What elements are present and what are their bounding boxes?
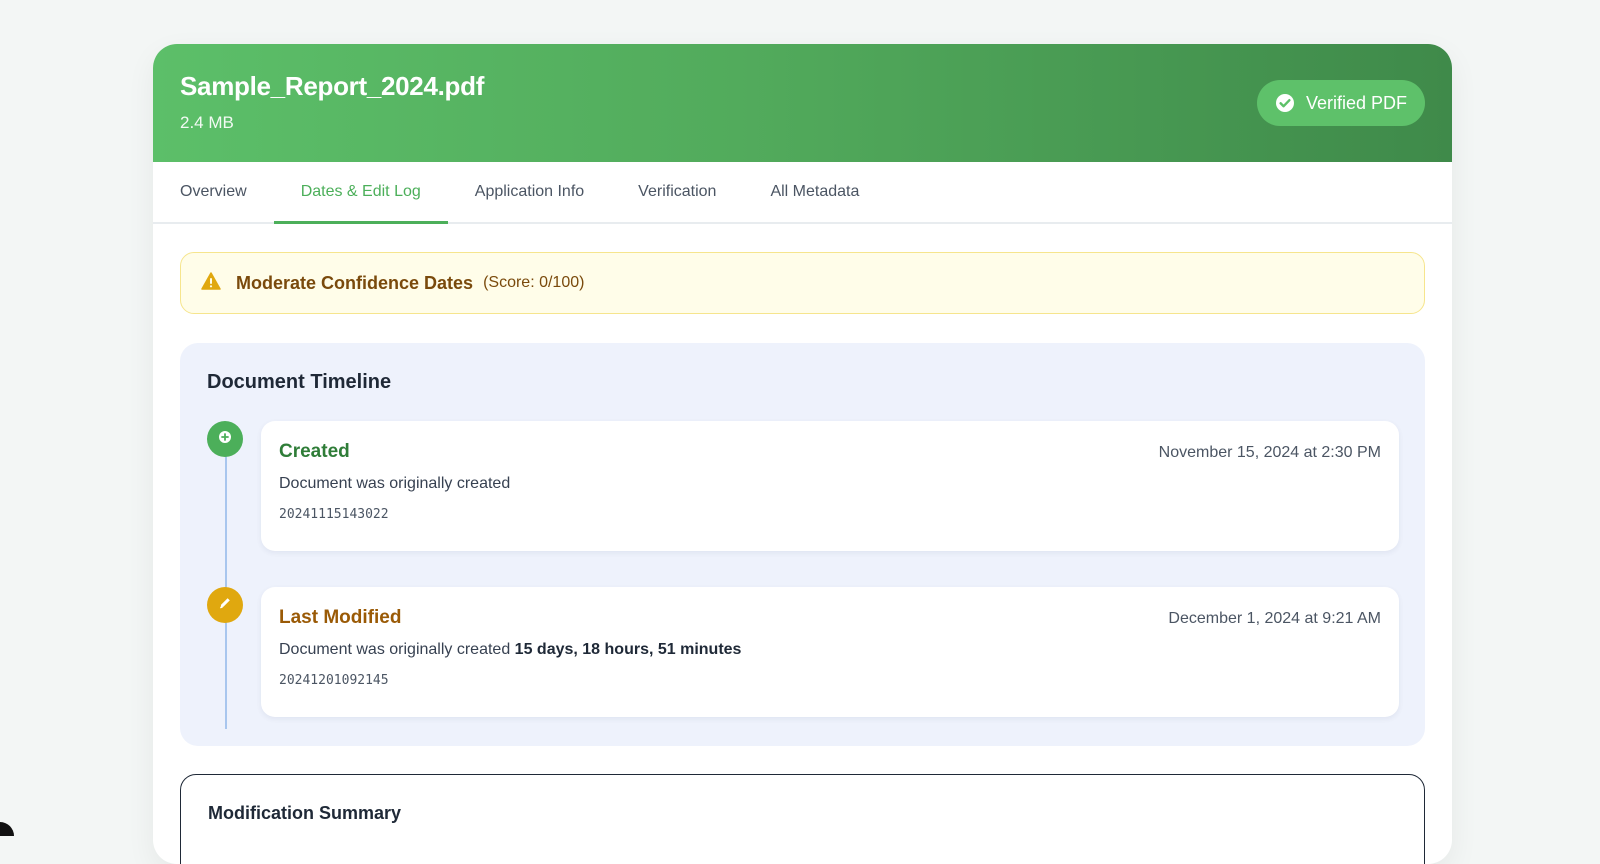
- event-raw-timestamp: 20241115143022: [279, 507, 389, 522]
- file-size: 2.4 MB: [180, 113, 234, 132]
- timeline-heading: Document Timeline: [207, 371, 392, 393]
- event-description-bold: 15 days, 18 hours, 51 minutes: [514, 641, 742, 658]
- event-date: November 15, 2024 at 2:30 PM: [1158, 444, 1381, 461]
- tab-application-info[interactable]: Application Info: [448, 162, 611, 222]
- event-description: Document was originally created: [279, 475, 1381, 493]
- file-name: Sample_Report_2024.pdf: [180, 71, 485, 101]
- timeline-event-created: Created November 15, 2024 at 2:30 PM Doc…: [261, 421, 1399, 551]
- summary-title: Modification Summary: [208, 803, 402, 823]
- verified-badge-label: Verified PDF: [1305, 92, 1407, 113]
- confidence-alert: Moderate Confidence Dates (Score: 0/100): [180, 252, 1425, 314]
- event-date: December 1, 2024 at 9:21 AM: [1168, 610, 1381, 627]
- event-raw-timestamp: 20241201092145: [279, 673, 389, 688]
- tab-bar: Overview Dates & Edit Log Application In…: [153, 162, 1452, 224]
- document-card: Sample_Report_2024.pdf 2.4 MB Verified P…: [153, 44, 1452, 864]
- warning-icon: [201, 271, 221, 295]
- timeline-event-last-modified: Last Modified December 1, 2024 at 9:21 A…: [261, 587, 1399, 717]
- tab-verification[interactable]: Verification: [611, 162, 743, 222]
- plus-circle-icon: [218, 430, 232, 449]
- event-description-text: Document was originally created: [279, 475, 511, 492]
- tab-all-metadata[interactable]: All Metadata: [743, 162, 886, 222]
- file-header: Sample_Report_2024.pdf 2.4 MB Verified P…: [153, 44, 1452, 162]
- document-timeline: Document Timeline Created November 15, 2…: [180, 343, 1425, 746]
- tab-overview[interactable]: Overview: [153, 162, 274, 222]
- event-description: Document was originally created 15 days,…: [279, 641, 1381, 659]
- event-description-text: Document was originally created: [279, 641, 515, 658]
- created-marker: [207, 421, 243, 457]
- modified-marker: [207, 587, 243, 623]
- verified-badge[interactable]: Verified PDF: [1256, 80, 1425, 126]
- modification-summary: Modification Summary: [180, 774, 1425, 864]
- window-corner: [0, 822, 14, 836]
- alert-score: (Score: 0/100): [483, 274, 585, 291]
- pencil-icon: [218, 596, 232, 615]
- check-circle-icon: [1275, 93, 1295, 113]
- tab-dates-edit-log[interactable]: Dates & Edit Log: [273, 162, 448, 224]
- timeline-connector: [225, 437, 227, 729]
- alert-title: Moderate Confidence Dates: [236, 272, 474, 293]
